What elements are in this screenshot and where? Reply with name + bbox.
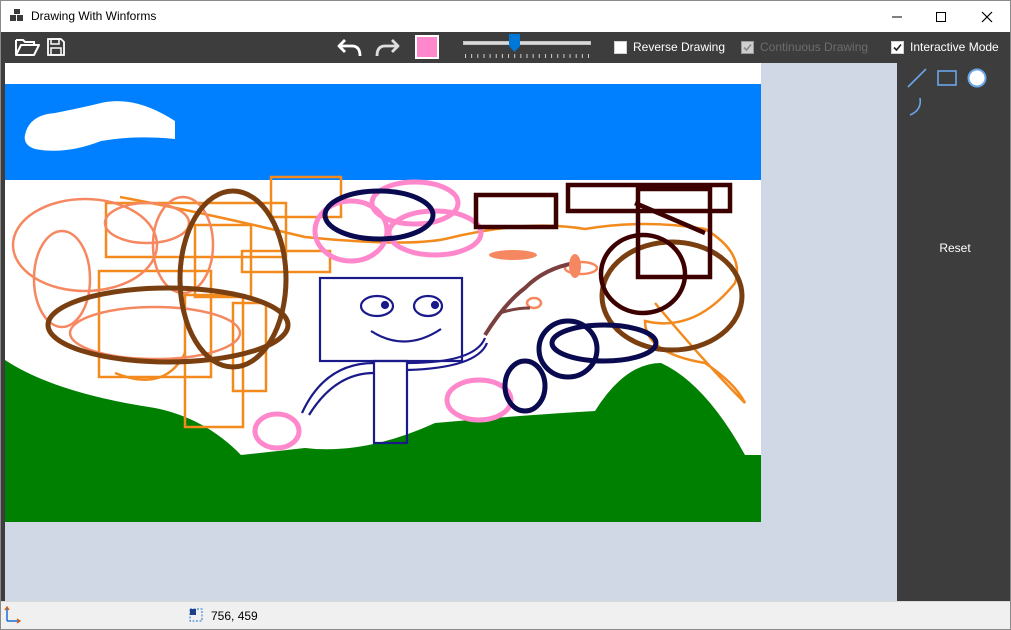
continuous-drawing-label: Continuous Drawing	[760, 40, 869, 54]
reverse-drawing-label: Reverse Drawing	[633, 40, 726, 54]
redo-button[interactable]	[373, 35, 401, 59]
checkmark-icon	[893, 43, 902, 51]
color-picker-button[interactable]	[415, 35, 439, 59]
rectangle-tool-button[interactable]	[935, 66, 959, 90]
maximize-icon	[936, 11, 946, 22]
open-button[interactable]	[13, 35, 41, 59]
checkbox-box	[614, 40, 627, 54]
reverse-drawing-checkbox[interactable]: Reverse Drawing	[614, 39, 725, 55]
canvas-area	[1, 63, 897, 601]
undo-button[interactable]	[336, 35, 364, 59]
interactive-mode-label: Interactive Mode	[910, 40, 999, 54]
ellipse-tool-icon	[967, 68, 987, 88]
continuous-drawing-checkbox[interactable]: Continuous Drawing	[741, 39, 868, 55]
coordinate-axis-icon	[4, 606, 22, 624]
maximize-button[interactable]	[918, 1, 964, 32]
app-icon	[10, 9, 23, 21]
arc-tool-button[interactable]	[905, 95, 929, 119]
close-icon	[981, 11, 993, 22]
ellipse-tool-button[interactable]	[965, 66, 989, 90]
minimize-icon	[892, 16, 902, 17]
slider-track	[463, 41, 591, 45]
close-button[interactable]	[964, 1, 1010, 32]
drawing-canvas[interactable]	[5, 63, 761, 522]
salmon-dash	[489, 250, 537, 260]
arc-tool-icon	[909, 97, 922, 116]
checkbox-box	[891, 40, 904, 54]
line-tool-icon	[907, 68, 927, 88]
line-tool-button[interactable]	[905, 66, 929, 90]
status-bar: 756, 459	[1, 601, 1010, 629]
reset-button[interactable]: Reset	[919, 237, 991, 259]
minimize-button[interactable]	[874, 1, 920, 32]
brush-size-slider[interactable]	[461, 34, 593, 60]
app-window: Drawing With Winforms Reverse Drawing Co…	[0, 0, 1011, 630]
checkmark-icon	[743, 43, 752, 51]
save-button[interactable]	[45, 35, 67, 59]
redo-icon	[375, 39, 400, 57]
folder-open-icon	[15, 39, 40, 56]
slider-thumb[interactable]	[509, 34, 521, 52]
checkbox-box	[741, 40, 754, 54]
toolbar: Reverse Drawing Continuous Drawing Inter…	[1, 32, 1010, 63]
tool-panel: Reset	[897, 63, 1010, 601]
save-icon	[47, 38, 65, 56]
slider-ticks	[465, 54, 589, 58]
rectangle-tool-icon	[937, 70, 957, 86]
fruit-shape	[569, 254, 581, 278]
interactive-mode-checkbox[interactable]: Interactive Mode	[891, 39, 999, 55]
canvas-size-icon	[189, 608, 203, 622]
canvas-size-readout: 756, 459	[211, 609, 258, 623]
window-title: Drawing With Winforms	[31, 9, 157, 23]
undo-icon	[337, 39, 362, 57]
title-bar: Drawing With Winforms	[1, 1, 1010, 32]
